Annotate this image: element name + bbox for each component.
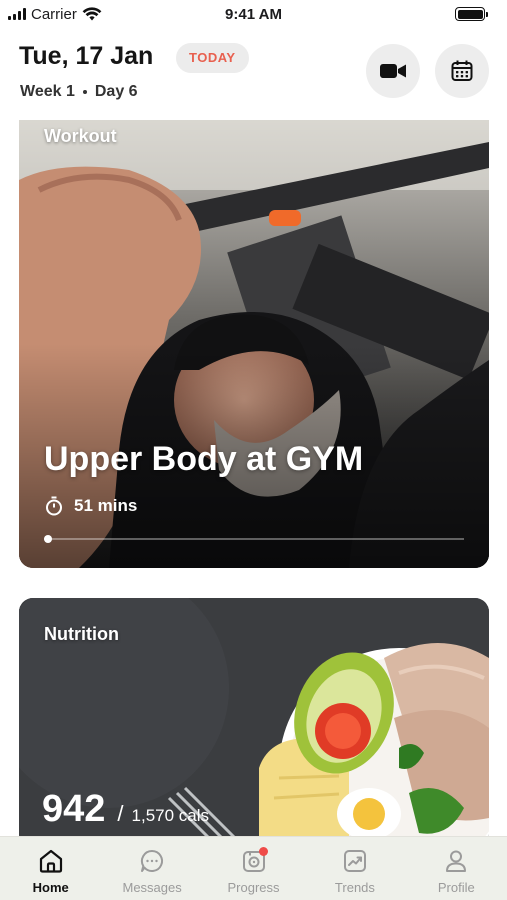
- nutrition-label: Nutrition: [44, 624, 119, 644]
- week-label: Week 1: [20, 83, 75, 100]
- battery-level: [457, 9, 483, 19]
- calendar-icon: [451, 60, 473, 81]
- video-camera-icon: [380, 64, 406, 78]
- calories-separator: /: [117, 801, 124, 826]
- home-icon: [37, 847, 65, 875]
- tab-trends[interactable]: Trends: [304, 837, 405, 900]
- progress-icon: [240, 847, 268, 875]
- day-label: Day 6: [94, 83, 138, 100]
- calorie-summary: 942 / 1,570 cals: [42, 788, 209, 831]
- workout-label: Workout: [44, 126, 117, 146]
- nutrition-card[interactable]: Nutrition 942 / 1,570 cals: [19, 598, 489, 848]
- workout-progress-knob: [44, 535, 52, 543]
- workout-card[interactable]: Workout Upper Body at GYM 51 mins: [19, 120, 489, 568]
- page-title: Tue, 17 Jan: [19, 42, 154, 70]
- week-day-subtitle: Week 1 Day 6: [20, 83, 138, 101]
- workout-progress-bar: [44, 535, 464, 543]
- status-bar: Carrier 9:41 AM: [0, 0, 507, 28]
- tab-progress[interactable]: Progress: [203, 837, 304, 900]
- tab-home-label: Home: [32, 880, 69, 895]
- calendar-button[interactable]: [435, 44, 489, 98]
- carrier-name: Carrier: [31, 5, 77, 23]
- tab-trends-label: Trends: [334, 880, 375, 895]
- signal-icon: [8, 8, 26, 20]
- calories-consumed: 942: [42, 788, 106, 830]
- tab-bar: Home Messages Progress Trends Profile: [0, 836, 507, 900]
- messages-icon: [138, 847, 166, 875]
- profile-icon: [442, 847, 470, 875]
- tab-profile-label: Profile: [437, 880, 475, 895]
- tab-profile[interactable]: Profile: [406, 837, 507, 900]
- workout-title: Upper Body at GYM: [44, 440, 364, 478]
- separator-dot: [82, 90, 87, 94]
- progress-notification-dot: [258, 847, 268, 856]
- tab-messages[interactable]: Messages: [101, 837, 202, 900]
- tab-messages-label: Messages: [122, 880, 182, 895]
- workout-duration: 51 mins: [44, 496, 137, 516]
- calories-goal: 1,570 cals: [131, 806, 210, 825]
- duration-text: 51 mins: [74, 496, 138, 515]
- battery-icon: [455, 7, 488, 21]
- trends-icon: [341, 847, 369, 875]
- header: Tue, 17 Jan TODAY Week 1 Day 6: [0, 38, 507, 118]
- today-badge[interactable]: TODAY: [176, 43, 249, 73]
- wifi-icon: [82, 7, 102, 21]
- status-left: Carrier: [8, 6, 102, 23]
- tab-progress-label: Progress: [227, 880, 280, 895]
- stopwatch-icon: [46, 496, 62, 516]
- tab-home[interactable]: Home: [0, 837, 101, 900]
- video-button[interactable]: [366, 44, 420, 98]
